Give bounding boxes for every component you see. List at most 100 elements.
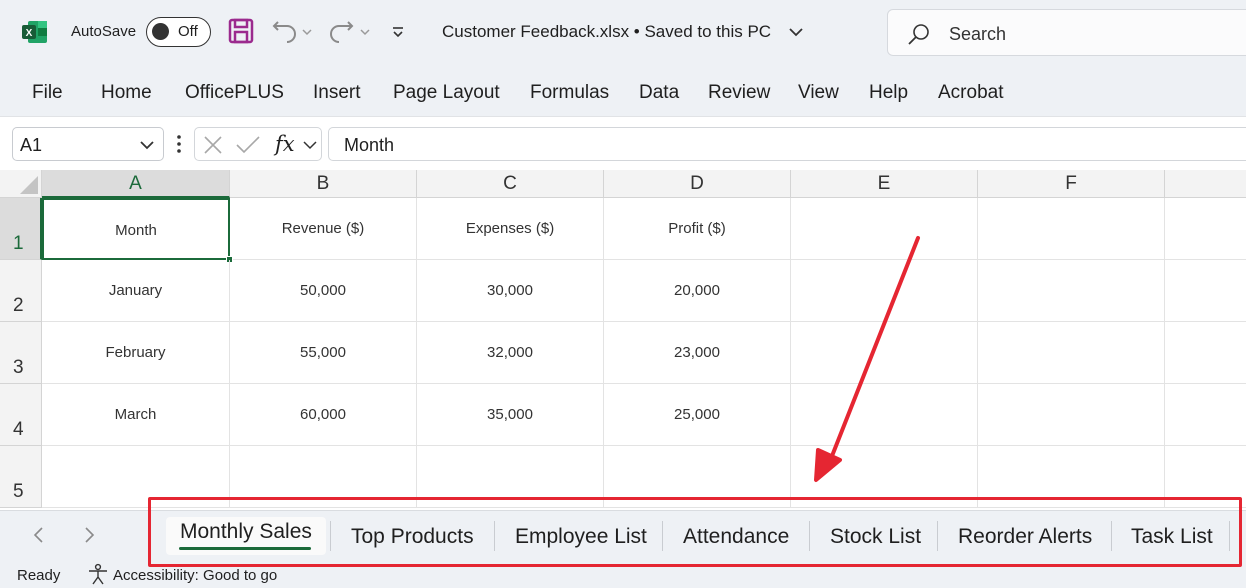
cell-g2[interactable] [1165, 260, 1246, 322]
sheet-tab-top-products[interactable]: Top Products [351, 525, 474, 549]
enter-check-icon[interactable] [235, 136, 261, 154]
tab-help[interactable]: Help [869, 82, 908, 104]
tab-formulas[interactable]: Formulas [530, 82, 609, 104]
formula-input[interactable]: Month [328, 127, 1246, 161]
toggle-knob [152, 23, 169, 40]
cell-c3[interactable]: 32,000 [417, 322, 604, 384]
column-header-b[interactable]: B [230, 170, 417, 198]
excel-logo-icon[interactable]: X [22, 20, 48, 44]
tab-insert[interactable]: Insert [313, 82, 361, 104]
cell-c4[interactable]: 35,000 [417, 384, 604, 446]
cell-b2[interactable]: 50,000 [230, 260, 417, 322]
cell-d2[interactable]: 20,000 [604, 260, 791, 322]
autosave-state: Off [178, 23, 198, 40]
svg-text:X: X [26, 28, 33, 39]
cell-e3[interactable] [791, 322, 978, 384]
tab-page-layout[interactable]: Page Layout [393, 82, 500, 104]
cell-b3[interactable]: 55,000 [230, 322, 417, 384]
cell-g3[interactable] [1165, 322, 1246, 384]
column-header-g[interactable] [1165, 170, 1246, 198]
column-header-a[interactable]: A [42, 170, 230, 198]
tab-review[interactable]: Review [708, 82, 770, 104]
row-header-1[interactable]: 1 [0, 198, 42, 260]
sheet-tab-reorder-alerts[interactable]: Reorder Alerts [958, 525, 1092, 549]
formula-value: Month [344, 135, 395, 155]
spreadsheet-grid: A B C D E F 1 2 3 4 5 Month Revenue ($) … [0, 170, 1246, 510]
undo-icon[interactable] [270, 16, 320, 46]
row-header-5[interactable]: 5 [0, 446, 42, 508]
cell-d4[interactable]: 25,000 [604, 384, 791, 446]
accessibility-icon[interactable] [87, 563, 109, 585]
redo-icon[interactable] [328, 16, 378, 46]
document-title[interactable]: Customer Feedback.xlsx • Saved to this P… [442, 22, 771, 42]
column-header-f[interactable]: F [978, 170, 1165, 198]
cell-a2[interactable]: January [42, 260, 230, 322]
cell-e1[interactable] [791, 198, 978, 260]
cell-d5[interactable] [604, 446, 791, 508]
ribbon-tabs: File Home OfficePLUS Insert Page Layout … [0, 64, 1246, 116]
row-header-4[interactable]: 4 [0, 384, 42, 446]
chevron-down-icon[interactable] [303, 140, 317, 150]
cell-f2[interactable] [978, 260, 1165, 322]
more-options-icon[interactable] [176, 134, 182, 154]
autosave-toggle[interactable]: Off [146, 17, 211, 47]
sheet-tab-bar: Monthly Sales Top Products Employee List… [0, 510, 1246, 560]
cell-a4[interactable]: March [42, 384, 230, 446]
chevron-down-icon[interactable] [139, 140, 155, 150]
cell-a1[interactable]: Month [42, 198, 230, 260]
tab-file[interactable]: File [32, 82, 63, 104]
cell-e5[interactable] [791, 446, 978, 508]
name-box[interactable]: A1 [12, 127, 164, 161]
tab-divider [1229, 521, 1230, 551]
insert-function-button[interactable]: fx [275, 132, 295, 156]
save-icon[interactable] [228, 16, 254, 46]
column-header-c[interactable]: C [417, 170, 604, 198]
sheet-tab-employee-list[interactable]: Employee List [515, 525, 647, 549]
sheet-tab-attendance[interactable]: Attendance [683, 525, 789, 549]
customize-toolbar-icon[interactable] [390, 16, 406, 46]
cell-d3[interactable]: 23,000 [604, 322, 791, 384]
column-header-e[interactable]: E [791, 170, 978, 198]
sheet-tab-task-list[interactable]: Task List [1131, 525, 1213, 549]
cell-a5[interactable] [42, 446, 230, 508]
chevron-right-icon[interactable] [82, 525, 96, 545]
cell-f5[interactable] [978, 446, 1165, 508]
tab-view[interactable]: View [798, 82, 839, 104]
cell-e4[interactable] [791, 384, 978, 446]
status-bar: Ready Accessibility: Good to go [0, 560, 1246, 588]
cell-g4[interactable] [1165, 384, 1246, 446]
cell-b1[interactable]: Revenue ($) [230, 198, 417, 260]
tab-home[interactable]: Home [101, 82, 152, 104]
chevron-left-icon[interactable] [32, 525, 46, 545]
column-header-d[interactable]: D [604, 170, 791, 198]
sheet-tab-monthly-sales[interactable]: Monthly Sales [180, 520, 312, 544]
cell-e2[interactable] [791, 260, 978, 322]
accessibility-status[interactable]: Accessibility: Good to go [113, 567, 277, 584]
cell-f4[interactable] [978, 384, 1165, 446]
cell-d1[interactable]: Profit ($) [604, 198, 791, 260]
cell-a3[interactable]: February [42, 322, 230, 384]
search-box[interactable]: Search [887, 9, 1246, 56]
active-tab-indicator [179, 547, 311, 550]
row-header-3[interactable]: 3 [0, 322, 42, 384]
cell-f1[interactable] [978, 198, 1165, 260]
title-bar: X AutoSave Off Customer Feedback.xlsx • … [0, 0, 1246, 64]
cell-g5[interactable] [1165, 446, 1246, 508]
cell-f3[interactable] [978, 322, 1165, 384]
cell-b5[interactable] [230, 446, 417, 508]
tab-officeplus[interactable]: OfficePLUS [185, 82, 284, 104]
cell-c5[interactable] [417, 446, 604, 508]
tab-divider [1111, 521, 1112, 551]
select-all-button[interactable] [0, 170, 42, 198]
tab-data[interactable]: Data [639, 82, 679, 104]
chevron-down-icon[interactable] [788, 26, 804, 38]
tab-divider [494, 521, 495, 551]
cell-c2[interactable]: 30,000 [417, 260, 604, 322]
cell-b4[interactable]: 60,000 [230, 384, 417, 446]
sheet-tab-stock-list[interactable]: Stock List [830, 525, 921, 549]
tab-acrobat[interactable]: Acrobat [938, 82, 1003, 104]
cancel-icon[interactable] [203, 136, 223, 154]
cell-g1[interactable] [1165, 198, 1246, 260]
cell-c1[interactable]: Expenses ($) [417, 198, 604, 260]
row-header-2[interactable]: 2 [0, 260, 42, 322]
